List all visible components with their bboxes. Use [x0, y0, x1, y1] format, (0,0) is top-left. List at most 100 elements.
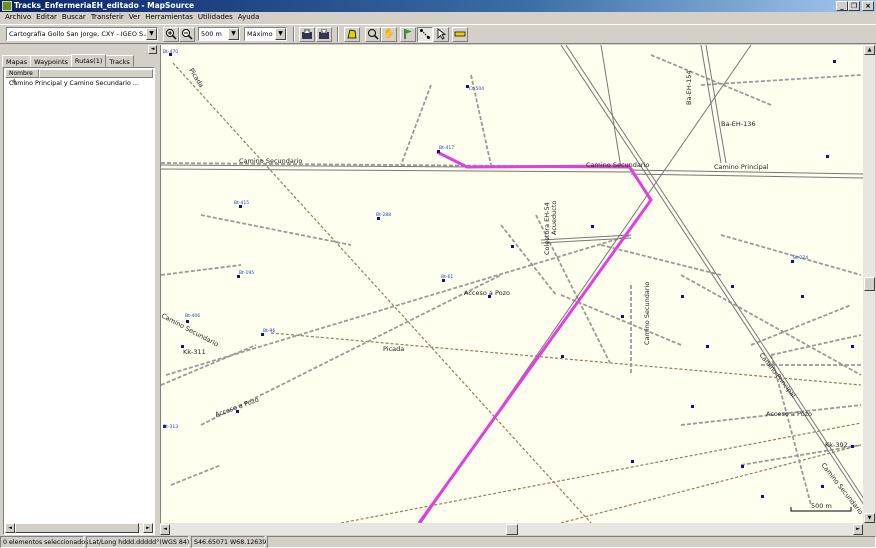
menu-bar: Archivo Editar Buscar Transferir Ver Her…: [0, 12, 876, 24]
secondary-roads: [161, 54, 862, 506]
zoom-out-icon: [182, 29, 193, 40]
scroll-thumb[interactable]: [506, 524, 518, 535]
map-product-select[interactable]: Cartografía Gollo San Jorge, CXY - IGEO …: [6, 27, 158, 41]
label-ba-eh-154: Ba-EH-154: [685, 70, 693, 105]
menu-ver[interactable]: Ver: [127, 12, 143, 24]
mapsource-app-icon[interactable]: [2, 1, 12, 11]
zoom-scale-value: 500 m: [201, 30, 222, 38]
send-to-device-icon: [319, 29, 329, 39]
selection-tool-button[interactable]: [433, 27, 449, 42]
label-camino-principal-2: Camino Principal: [757, 351, 797, 399]
menu-archivo[interactable]: Archivo: [3, 12, 34, 24]
zoom-out-button[interactable]: [179, 27, 195, 42]
distance-tool-button[interactable]: [452, 27, 468, 42]
detail-level-select[interactable]: Máximo ▼: [244, 27, 287, 41]
label-camino-secundario-3: Camino Secundario: [643, 282, 651, 345]
toolbar: Cartografía Gollo San Jorge, CXY - IGEO …: [0, 24, 876, 44]
label-kk-311: Kk-311: [183, 348, 206, 356]
flag-icon: [404, 29, 412, 39]
menu-ayuda[interactable]: Ayuda: [236, 12, 263, 24]
list-horizontal-scrollbar[interactable]: ◄ ►: [5, 523, 153, 533]
receive-from-device-button[interactable]: [299, 27, 315, 42]
scroll-right-button[interactable]: ►: [853, 524, 863, 535]
waypoint-tool-button[interactable]: [400, 27, 416, 42]
status-bar: 0 elementos seleccionados Lat/Long hddd.…: [0, 536, 876, 548]
waypoint-label: Bt-195: [239, 270, 254, 276]
waypoint-label: Bt-61: [441, 274, 453, 280]
map-tool-icon: [347, 29, 357, 39]
maximize-button[interactable]: ❐: [848, 1, 860, 11]
menu-herramientas[interactable]: Herramientas: [143, 12, 196, 24]
label-acueducto: Acueducto: [550, 201, 558, 235]
status-coordinate-format: Lat/Long hddd.ddddd°(WGS 84): [86, 536, 189, 548]
scroll-thumb[interactable]: [15, 523, 139, 533]
label-picada: Picada: [187, 67, 205, 89]
chevron-down-icon[interactable]: ▼: [275, 28, 286, 40]
map-product-value: Cartografía Gollo San Jorge, CXY - IGEO …: [9, 30, 152, 38]
menu-transferir[interactable]: Transferir: [89, 12, 127, 24]
zoom-scale-select[interactable]: 500 m ▼: [198, 27, 240, 41]
scroll-thumb[interactable]: [864, 277, 875, 291]
column-header-label: Nombre: [9, 70, 33, 77]
menu-buscar[interactable]: Buscar: [60, 12, 89, 24]
routes-list: Nombre ▲ Camino Principal y Camino Secun…: [3, 67, 155, 535]
zoom-tool-button[interactable]: [365, 27, 381, 42]
tab-waypoints[interactable]: Waypoints: [30, 55, 72, 67]
scroll-left-button[interactable]: ◄: [160, 524, 170, 535]
chevron-down-icon[interactable]: ▼: [228, 28, 239, 40]
list-item[interactable]: Camino Principal y Camino Secundario ...: [9, 80, 139, 87]
map-tool-button[interactable]: [344, 27, 360, 42]
collapse-panel-button[interactable]: ◄: [148, 45, 157, 54]
hand-tool-button[interactable]: ✋: [381, 27, 397, 42]
pointer-icon: [437, 28, 447, 40]
map-vertical-scrollbar[interactable]: ▲ ▼: [863, 45, 875, 523]
scroll-left-button[interactable]: ◄: [5, 523, 15, 533]
label-acceso-pozo: Acceso a Pozo: [464, 289, 510, 297]
label-camino-principal: Camino Principal: [714, 163, 769, 171]
menu-utilidades[interactable]: Utilidades: [196, 12, 236, 24]
status-selection: 0 elementos seleccionados: [0, 536, 88, 548]
toolbar-separator: [293, 27, 295, 42]
route-tool-button[interactable]: [417, 27, 433, 42]
scrollbar-corner: [863, 523, 875, 535]
label-acceso-pozo-2: Acceso a Pozo: [214, 396, 260, 419]
waypoint-label: Bt-274: [793, 255, 808, 261]
menu-editar[interactable]: Editar: [34, 12, 60, 24]
tab-tracks[interactable]: Tracks: [105, 55, 134, 67]
label-camino-secundario-2: Camino Secundario: [586, 161, 649, 169]
zoom-in-icon: [166, 29, 177, 40]
column-header-nombre[interactable]: Nombre ▲: [5, 69, 39, 84]
waypoint-label: Bt-417: [439, 145, 454, 151]
label-camino-secundario: Camino Secundario: [239, 157, 302, 165]
waypoint-label: Bt-96: [263, 328, 275, 334]
waypoint-label: Bt-406: [185, 313, 200, 319]
left-panel: ◄ Mapas Waypoints Rutas(1) Tracks Nombre…: [0, 45, 160, 536]
label-ba-eh-136: Ba-EH-136: [721, 120, 756, 128]
title-bar: Tracks_EnfermeriaEH_editado - MapSource …: [0, 0, 876, 12]
route-line: [417, 150, 653, 523]
map-horizontal-scrollbar[interactable]: ◄ ►: [160, 523, 863, 535]
zoom-in-button[interactable]: [163, 27, 179, 42]
close-button[interactable]: ×: [862, 1, 874, 11]
trail-southwest: [340, 422, 862, 523]
route-icon: [420, 29, 430, 39]
send-to-device-button[interactable]: [316, 27, 332, 42]
picada-trail: [172, 62, 592, 523]
map-canvas[interactable]: Picada Camino Secundario Camino Secundar…: [161, 45, 863, 523]
waypoint-label: Bt-313: [163, 424, 178, 430]
toolbar-separator: [337, 27, 339, 42]
ruler-icon: [454, 31, 466, 37]
scroll-up-button[interactable]: ▲: [864, 45, 875, 55]
scroll-right-button[interactable]: ►: [143, 523, 153, 533]
tab-mapas[interactable]: Mapas: [2, 55, 32, 67]
detail-level-value: Máximo: [247, 30, 273, 38]
tab-rutas[interactable]: Rutas(1): [70, 54, 107, 67]
map-view[interactable]: Picada Camino Secundario Camino Secundar…: [160, 45, 863, 523]
scroll-down-button[interactable]: ▼: [864, 513, 875, 523]
zoom-tool-icon: [368, 29, 379, 40]
trails: [172, 62, 862, 523]
chevron-down-icon[interactable]: ▼: [146, 28, 157, 40]
hand-icon: ✋: [383, 29, 395, 39]
waypoint-label: Bt-288: [376, 212, 391, 218]
minimize-button[interactable]: _: [836, 1, 848, 11]
